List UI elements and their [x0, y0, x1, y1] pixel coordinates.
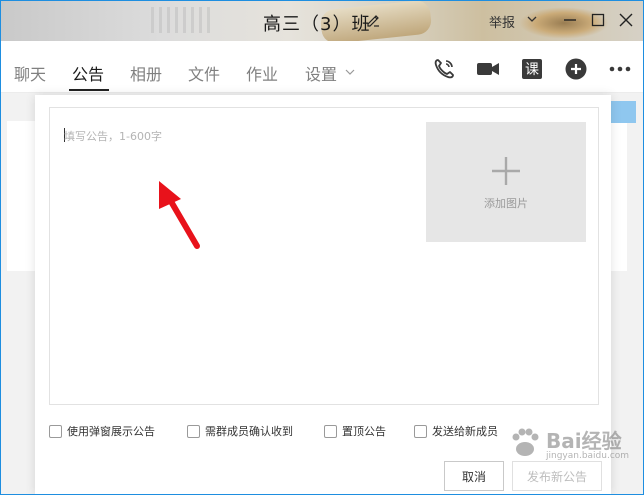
tab-settings[interactable]: 设置 — [305, 61, 337, 85]
tab-files[interactable]: 文件 — [188, 61, 220, 85]
title-decoration — [151, 7, 211, 33]
editor-placeholder: 填写公告，1-600字 — [64, 130, 162, 143]
background-button — [610, 101, 636, 123]
window-title: 高三（3）班 — [263, 14, 371, 35]
annotation-arrow — [159, 181, 200, 249]
watermark-text: Bai经验 — [546, 429, 622, 453]
close-icon[interactable] — [617, 11, 635, 29]
more-icon[interactable] — [608, 57, 632, 81]
add-image-button[interactable]: 添加图片 — [426, 122, 586, 242]
option-label: 需群成员确认收到 — [205, 425, 293, 438]
tab-chat[interactable]: 聊天 — [14, 61, 46, 85]
title-bar[interactable]: 高三（3）班 举报 — [1, 1, 643, 45]
watermark-subtext: jingyan.baidu.com — [546, 451, 630, 461]
option-label: 发送给新成员 — [432, 425, 498, 438]
option-send-to-new-members[interactable]: 发送给新成员 — [414, 423, 498, 439]
baidu-watermark: Bai经验 jingyan.baidu.com — [506, 419, 630, 469]
report-button[interactable]: 举报 — [489, 12, 515, 31]
checkbox[interactable] — [324, 424, 337, 438]
option-pin-announcement[interactable]: 置顶公告 — [324, 423, 386, 439]
add-image-label: 添加图片 — [484, 197, 528, 210]
checkbox[interactable] — [187, 424, 200, 438]
edit-icon[interactable] — [365, 12, 381, 28]
option-label: 置顶公告 — [342, 425, 386, 438]
paw-logo-icon — [512, 428, 539, 456]
plus-icon — [492, 157, 520, 185]
tab-bar: 聊天 公告 相册 文件 作业 设置 — [1, 41, 643, 93]
checkbox[interactable] — [414, 424, 427, 438]
announcement-editor[interactable]: 填写公告，1-600字 添加图片 — [49, 107, 599, 405]
tab-announcement[interactable]: 公告 — [72, 61, 104, 85]
settings-chevron-down-icon[interactable] — [345, 67, 355, 77]
active-tab-indicator — [69, 89, 109, 91]
tab-homework[interactable]: 作业 — [246, 61, 278, 85]
tab-album[interactable]: 相册 — [130, 61, 162, 85]
maximize-icon[interactable] — [589, 11, 607, 29]
option-popup-announcement[interactable]: 使用弹窗展示公告 — [49, 423, 155, 439]
chevron-down-icon[interactable] — [526, 13, 538, 25]
checkbox[interactable] — [49, 424, 62, 438]
video-call-icon[interactable] — [476, 57, 500, 81]
svg-text:课: 课 — [525, 62, 539, 78]
group-window: 高三（3）班 举报 聊天 公告 相册 文件 作业 设置 课 填写公告，1-600… — [0, 0, 644, 495]
class-icon[interactable]: 课 — [520, 57, 544, 81]
option-require-confirmation[interactable]: 需群成员确认收到 — [187, 423, 293, 439]
phone-call-icon[interactable] — [432, 57, 456, 81]
option-label: 使用弹窗展示公告 — [67, 425, 155, 438]
cancel-button[interactable]: 取消 — [444, 461, 504, 491]
add-icon[interactable] — [564, 57, 588, 81]
minimize-icon[interactable] — [561, 11, 579, 29]
